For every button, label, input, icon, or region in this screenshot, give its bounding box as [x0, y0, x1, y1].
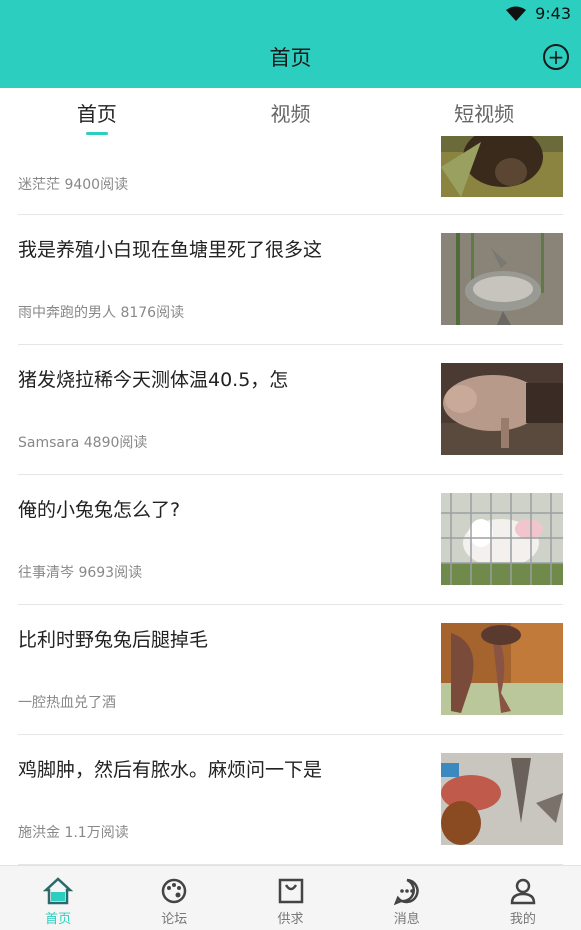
nav-supply[interactable]: 供求	[232, 866, 348, 930]
plus-circle-icon: +	[547, 45, 565, 69]
nav-forum[interactable]: 论坛	[116, 866, 232, 930]
post-title: 鸡脚肿，然后有脓水。麻烦问一下是	[18, 759, 323, 781]
app-screen: 9:43 首页 + 首页 视频 短视频 迷茫茫 9400阅读 我是养殖小白现在鱼…	[0, 0, 581, 930]
tab-video[interactable]: 视频	[194, 88, 388, 136]
tab-short-video-label: 短视频	[454, 102, 515, 126]
home-icon	[43, 877, 74, 905]
tab-home-label: 首页	[76, 102, 117, 126]
top-tabs: 首页 视频 短视频	[0, 88, 581, 136]
list-item[interactable]: 猪发烧拉稀今天测体温40.5，怎 Samsara 4890阅读	[18, 345, 563, 475]
tab-short-video[interactable]: 短视频	[387, 88, 581, 136]
chat-icon	[393, 878, 419, 906]
nav-profile-label: 我的	[509, 912, 536, 927]
post-thumbnail[interactable]	[441, 623, 563, 715]
user-icon	[510, 878, 536, 905]
post-thumbnail[interactable]	[441, 136, 563, 197]
post-meta: 施洪金 1.1万阅读	[18, 825, 129, 841]
list-item[interactable]: 鸡脚肿，然后有脓水。麻烦问一下是 施洪金 1.1万阅读	[18, 735, 563, 865]
app-bar: 9:43 首页 +	[0, 0, 581, 88]
post-title: 俺的小兔兔怎么了?	[18, 499, 181, 521]
add-button[interactable]: +	[543, 44, 569, 70]
page-title: 首页	[269, 46, 312, 70]
nav-home-label: 首页	[45, 912, 72, 927]
list-item[interactable]: 比利时野兔兔后腿掉毛 一腔热血兑了酒	[18, 605, 563, 735]
nav-messages[interactable]: 消息	[349, 866, 465, 930]
palette-icon	[162, 878, 187, 904]
post-thumbnail[interactable]	[441, 363, 563, 455]
wifi-icon	[506, 6, 527, 21]
bottom-navigation: 首页 论坛 供求 消息 我的	[0, 865, 581, 930]
post-list[interactable]: 迷茫茫 9400阅读 我是养殖小白现在鱼塘里死了很多这 雨中奔跑的男人 8176…	[0, 136, 581, 865]
bag-icon	[278, 878, 303, 904]
post-meta: 迷茫茫 9400阅读	[18, 177, 129, 193]
list-item[interactable]: 我是养殖小白现在鱼塘里死了很多这 雨中奔跑的男人 8176阅读	[18, 215, 563, 345]
list-item[interactable]: 俺的小兔兔怎么了? 往事清岑 9693阅读	[18, 475, 563, 605]
post-title: 我是养殖小白现在鱼塘里死了很多这	[18, 239, 323, 261]
status-bar: 9:43	[505, 4, 571, 23]
active-tab-indicator	[85, 132, 108, 135]
post-meta: Samsara 4890阅读	[18, 435, 148, 451]
post-thumbnail[interactable]	[441, 233, 563, 325]
post-meta: 一腔热血兑了酒	[18, 695, 116, 711]
nav-home[interactable]: 首页	[0, 866, 116, 930]
post-meta: 往事清岑 9693阅读	[18, 565, 143, 581]
status-time: 9:43	[535, 4, 571, 23]
nav-forum-label: 论坛	[161, 912, 188, 927]
post-thumbnail[interactable]	[441, 753, 563, 845]
nav-messages-label: 消息	[393, 912, 420, 927]
post-title: 猪发烧拉稀今天测体温40.5，怎	[18, 369, 289, 391]
list-item[interactable]: 迷茫茫 9400阅读	[18, 136, 563, 215]
tab-video-label: 视频	[270, 102, 311, 126]
nav-supply-label: 供求	[277, 912, 304, 927]
post-thumbnail[interactable]	[441, 493, 563, 585]
tab-home[interactable]: 首页	[0, 88, 194, 136]
nav-profile[interactable]: 我的	[465, 866, 581, 930]
post-title: 比利时野兔兔后腿掉毛	[18, 629, 209, 651]
post-meta: 雨中奔跑的男人 8176阅读	[18, 305, 185, 321]
